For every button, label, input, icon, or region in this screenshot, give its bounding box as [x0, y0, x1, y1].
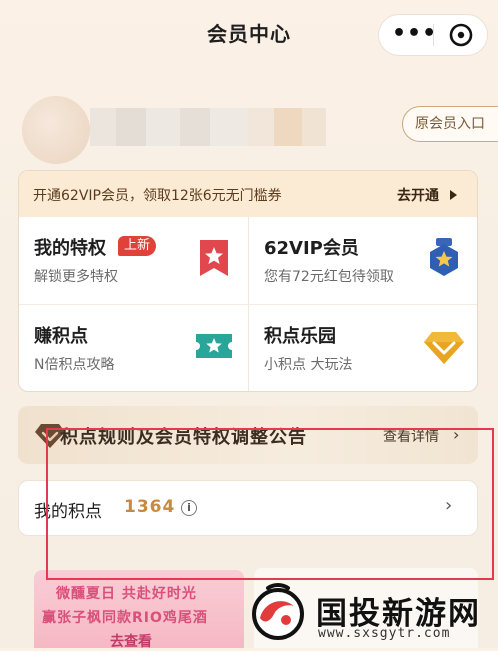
- close-circle-icon: [449, 23, 473, 47]
- medal-star-icon: [430, 238, 458, 276]
- username-blurred: [90, 108, 326, 146]
- cell-title: 积点乐园: [264, 326, 336, 347]
- diamond-icon: [424, 332, 464, 364]
- ticket-star-icon: [196, 334, 232, 358]
- cell-subtitle: 解锁更多特权: [34, 269, 118, 285]
- capsule-divider: [433, 24, 434, 46]
- watermark-url: www.sxsgytr.com: [318, 626, 451, 641]
- cell-subtitle: N倍积点攻略: [34, 357, 115, 373]
- watermark-logo-icon: [252, 583, 304, 640]
- open-vip-link[interactable]: 去开通: [397, 185, 439, 205]
- new-badge: 上新: [118, 236, 157, 256]
- cell-title: 我的特权: [34, 238, 106, 259]
- cell-subtitle: 小积点 大玩法: [264, 357, 353, 373]
- play-arrow-icon: [450, 190, 457, 200]
- cell-title: 赚积点: [34, 326, 88, 347]
- old-vip-entry-button[interactable]: 原会员入口: [402, 106, 498, 142]
- cell-title: 62VIP会员: [264, 238, 359, 259]
- star-ribbon-icon: [200, 240, 228, 276]
- promo-link[interactable]: 去查看: [110, 631, 152, 651]
- promo-line: 赢张子枫同款RIO鸡尾酒: [42, 610, 208, 626]
- more-menu-button[interactable]: •••: [392, 19, 436, 49]
- avatar[interactable]: [22, 96, 90, 164]
- banner-text: 开通62VIP会员，领取12张6元无门槛券: [33, 188, 282, 204]
- cell-subtitle: 您有72元红包待领取: [264, 269, 394, 285]
- highlight-box: [46, 428, 494, 580]
- close-button[interactable]: [448, 22, 474, 48]
- promo-line: 微醺夏日 共赴好时光: [56, 586, 197, 602]
